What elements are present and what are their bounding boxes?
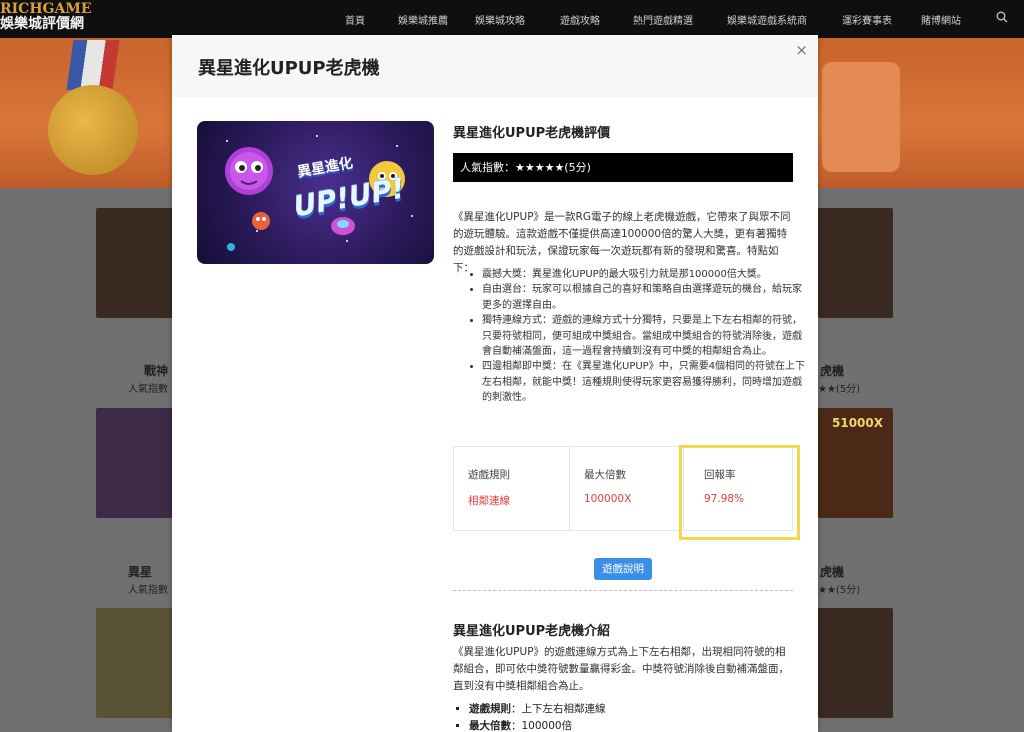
summary-value: 100000倍 bbox=[521, 720, 573, 732]
game-card-rating-right-2: ★★(5分) bbox=[818, 585, 861, 596]
rating-bar: 人氣指數：★★★★★(5分) bbox=[453, 153, 793, 182]
game-card-image-left-1[interactable] bbox=[96, 208, 176, 318]
game-card-rating-left-2: 人氣指數 bbox=[128, 585, 168, 596]
nav-sports-schedule[interactable]: 運彩賽事表 bbox=[842, 12, 892, 27]
rtp-highlight-box bbox=[679, 445, 800, 540]
medal-decoration bbox=[48, 85, 138, 175]
close-icon[interactable]: × bbox=[795, 41, 808, 59]
nav-casino-recommend[interactable]: 娛樂城推薦 bbox=[398, 12, 448, 27]
game-thumbnail: 異星進化 UP!UP! bbox=[197, 121, 434, 264]
summary-item: 最大倍數：100000倍 bbox=[469, 718, 799, 732]
feature-item: 獨特連線方式：遊戲的連線方式十分獨特，只要是上下左右相鄰的符號，只要符號相同，便… bbox=[482, 313, 808, 359]
nav-game-providers[interactable]: 娛樂城遊戲系統商 bbox=[727, 12, 807, 27]
stat-value: 100000X bbox=[584, 493, 632, 505]
search-icon[interactable] bbox=[996, 11, 1008, 23]
feature-list: 震撼大獎：異星進化UPUP的最大吸引力就是那100000倍大獎。 自由選台：玩家… bbox=[466, 267, 808, 406]
game-card-image-right-2[interactable]: 51000X bbox=[818, 408, 893, 518]
game-card-title-right-2[interactable]: 虎機 bbox=[820, 563, 844, 580]
slot-seven-decoration bbox=[822, 62, 900, 172]
game-detail-modal: 異星進化UPUP老虎機 × 異星進化 UP!UP! 異星進化UPUP老虎機評價 … bbox=[172, 35, 818, 732]
top-navigation: RICHGAME 娛樂城評價網 首頁 娛樂城推薦 娛樂城攻略 遊戲攻略 熱門遊戲… bbox=[0, 0, 1024, 38]
game-card-rating-left-1: 人氣指數 bbox=[128, 384, 168, 395]
modal-header: 異星進化UPUP老虎機 × bbox=[172, 35, 818, 97]
game-card-image-right-1[interactable] bbox=[818, 208, 893, 318]
summary-list: 遊戲規則：上下左右相鄰連線 最大倍數：100000倍 bbox=[455, 701, 799, 732]
game-card-title-right-1[interactable]: 虎機 bbox=[820, 362, 844, 379]
stat-label: 最大倍數 bbox=[584, 469, 626, 481]
nav-casino-guide[interactable]: 娛樂城攻略 bbox=[475, 12, 525, 27]
summary-item: 遊戲規則：上下左右相鄰連線 bbox=[469, 701, 799, 718]
stat-max-multiplier: 最大倍數 100000X bbox=[570, 447, 684, 530]
summary-value: 上下左右相鄰連線 bbox=[521, 703, 606, 715]
feature-item: 自由選台：玩家可以根據自己的喜好和策略自由選擇遊玩的機台，給玩家更多的選擇自由。 bbox=[482, 282, 808, 313]
modal-title: 異星進化UPUP老虎機 bbox=[198, 58, 380, 79]
feature-item: 四邊相鄰即中獎：在《異星進化UPUP》中，只需要4個相同的符號在上下左右相鄰，就… bbox=[482, 359, 808, 405]
review-title: 異星進化UPUP老虎機評價 bbox=[453, 126, 611, 141]
summary-label: 遊戲規則 bbox=[469, 703, 511, 715]
stat-value: 相鄰連線 bbox=[468, 495, 510, 507]
stat-rules: 遊戲規則 相鄰連線 bbox=[454, 447, 570, 530]
feature-item: 震撼大獎：異星進化UPUP的最大吸引力就是那100000倍大獎。 bbox=[482, 267, 808, 282]
game-card-image-right-3[interactable] bbox=[818, 608, 893, 718]
nav-hot-games[interactable]: 熱門遊戲精選 bbox=[633, 12, 693, 27]
nav-links: 首頁 娛樂城推薦 娛樂城攻略 遊戲攻略 熱門遊戲精選 娛樂城遊戲系統商 運彩賽事… bbox=[0, 12, 1024, 28]
stat-label: 遊戲規則 bbox=[468, 469, 510, 481]
nav-game-guide[interactable]: 遊戲攻略 bbox=[560, 12, 600, 27]
multiplier-badge: 51000X bbox=[832, 416, 883, 430]
game-card-image-left-2[interactable] bbox=[96, 408, 176, 518]
intro-section-paragraph: 《異星進化UPUP》的遊戲連線方式為上下左右相鄰，出現相同符號的相鄰組合，即可依… bbox=[453, 646, 789, 692]
summary-label: 最大倍數 bbox=[469, 720, 511, 732]
medal-ribbon-decoration bbox=[66, 40, 120, 90]
nav-gambling-sites[interactable]: 賭博網站 bbox=[921, 12, 961, 27]
game-card-title-left-1[interactable]: 戰神 bbox=[144, 362, 168, 379]
intro-section-title: 異星進化UPUP老虎機介紹 bbox=[453, 624, 611, 639]
divider bbox=[453, 590, 793, 591]
game-card-title-left-2[interactable]: 異星 bbox=[128, 563, 152, 580]
nav-home[interactable]: 首頁 bbox=[345, 12, 365, 27]
game-rules-button[interactable]: 遊戲說明 bbox=[594, 558, 652, 580]
game-card-rating-right-1: ★★(5分) bbox=[818, 384, 861, 395]
game-card-image-left-3[interactable] bbox=[96, 608, 176, 718]
